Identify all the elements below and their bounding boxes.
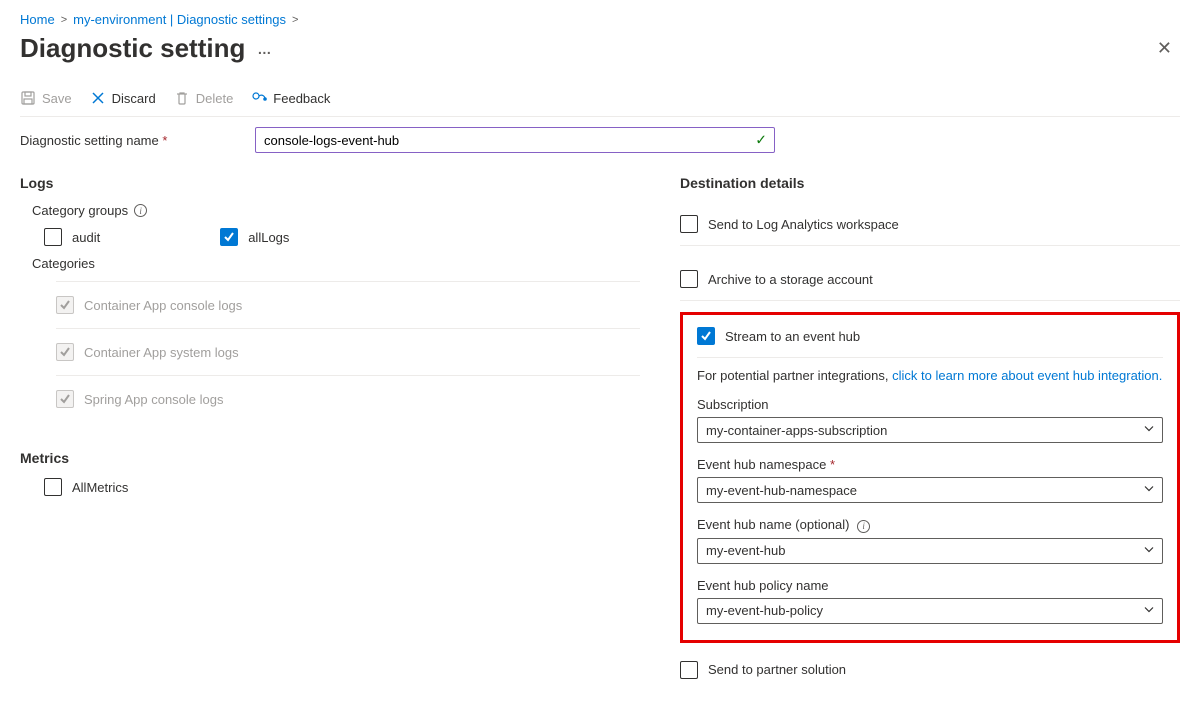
feedback-icon	[251, 90, 267, 106]
close-button[interactable]: ✕	[1149, 34, 1180, 63]
category-item: Container App system logs	[56, 328, 640, 375]
delete-button[interactable]: Delete	[174, 90, 234, 106]
more-menu[interactable]: …	[257, 41, 273, 57]
event-hub-checkbox[interactable]	[697, 327, 715, 345]
audit-label: audit	[72, 230, 100, 245]
allmetrics-label: AllMetrics	[72, 480, 128, 495]
logs-header: Logs	[20, 175, 640, 191]
partner-checkbox[interactable]	[680, 661, 698, 679]
event-hub-section: Stream to an event hub For potential par…	[680, 312, 1180, 643]
delete-icon	[174, 90, 190, 106]
category-item: Container App console logs	[56, 281, 640, 328]
info-icon[interactable]: i	[857, 520, 870, 533]
learn-more-link[interactable]: click to learn more about event hub inte…	[892, 368, 1162, 383]
validation-check-icon: ✓	[755, 132, 767, 149]
category-groups-label: Category groups i	[32, 203, 640, 218]
metrics-header: Metrics	[20, 450, 640, 466]
categories-label: Categories	[32, 256, 640, 271]
info-icon[interactable]: i	[134, 204, 147, 217]
namespace-label: Event hub namespace *	[697, 457, 1163, 472]
page-title: Diagnostic setting …	[20, 33, 273, 64]
category-checkbox	[56, 390, 74, 408]
alllogs-label: allLogs	[248, 230, 289, 245]
setting-name-label: Diagnostic setting name *	[20, 133, 255, 148]
policy-label: Event hub policy name	[697, 578, 1163, 593]
allmetrics-checkbox[interactable]	[44, 478, 62, 496]
policy-select[interactable]: my-event-hub-policy	[697, 598, 1163, 624]
event-hub-label: Stream to an event hub	[725, 329, 860, 344]
discard-button[interactable]: Discard	[90, 90, 156, 106]
namespace-select[interactable]: my-event-hub-namespace	[697, 477, 1163, 503]
helper-text: For potential partner integrations, clic…	[697, 368, 1163, 383]
breadcrumb-home[interactable]: Home	[20, 12, 55, 27]
breadcrumb-separator: >	[61, 14, 67, 26]
partner-label: Send to partner solution	[708, 662, 846, 677]
log-analytics-checkbox[interactable]	[680, 215, 698, 233]
feedback-button[interactable]: Feedback	[251, 90, 330, 106]
destination-header: Destination details	[680, 175, 1180, 191]
alllogs-checkbox[interactable]	[220, 228, 238, 246]
save-icon	[20, 90, 36, 106]
category-checkbox	[56, 296, 74, 314]
category-checkbox	[56, 343, 74, 361]
hubname-label: Event hub name (optional) i	[697, 517, 1163, 533]
storage-checkbox[interactable]	[680, 270, 698, 288]
subscription-label: Subscription	[697, 397, 1163, 412]
category-item: Spring App console logs	[56, 375, 640, 422]
breadcrumb-separator: >	[292, 14, 298, 26]
discard-icon	[90, 90, 106, 106]
log-analytics-label: Send to Log Analytics workspace	[708, 217, 899, 232]
breadcrumb: Home > my-environment | Diagnostic setti…	[20, 12, 1180, 27]
setting-name-input[interactable]	[255, 127, 775, 153]
storage-label: Archive to a storage account	[708, 272, 873, 287]
save-button[interactable]: Save	[20, 90, 72, 106]
hubname-select[interactable]: my-event-hub	[697, 538, 1163, 564]
audit-checkbox[interactable]	[44, 228, 62, 246]
breadcrumb-env[interactable]: my-environment | Diagnostic settings	[73, 12, 286, 27]
subscription-select[interactable]: my-container-apps-subscription	[697, 417, 1163, 443]
toolbar: Save Discard Delete Feedback	[20, 84, 1180, 117]
